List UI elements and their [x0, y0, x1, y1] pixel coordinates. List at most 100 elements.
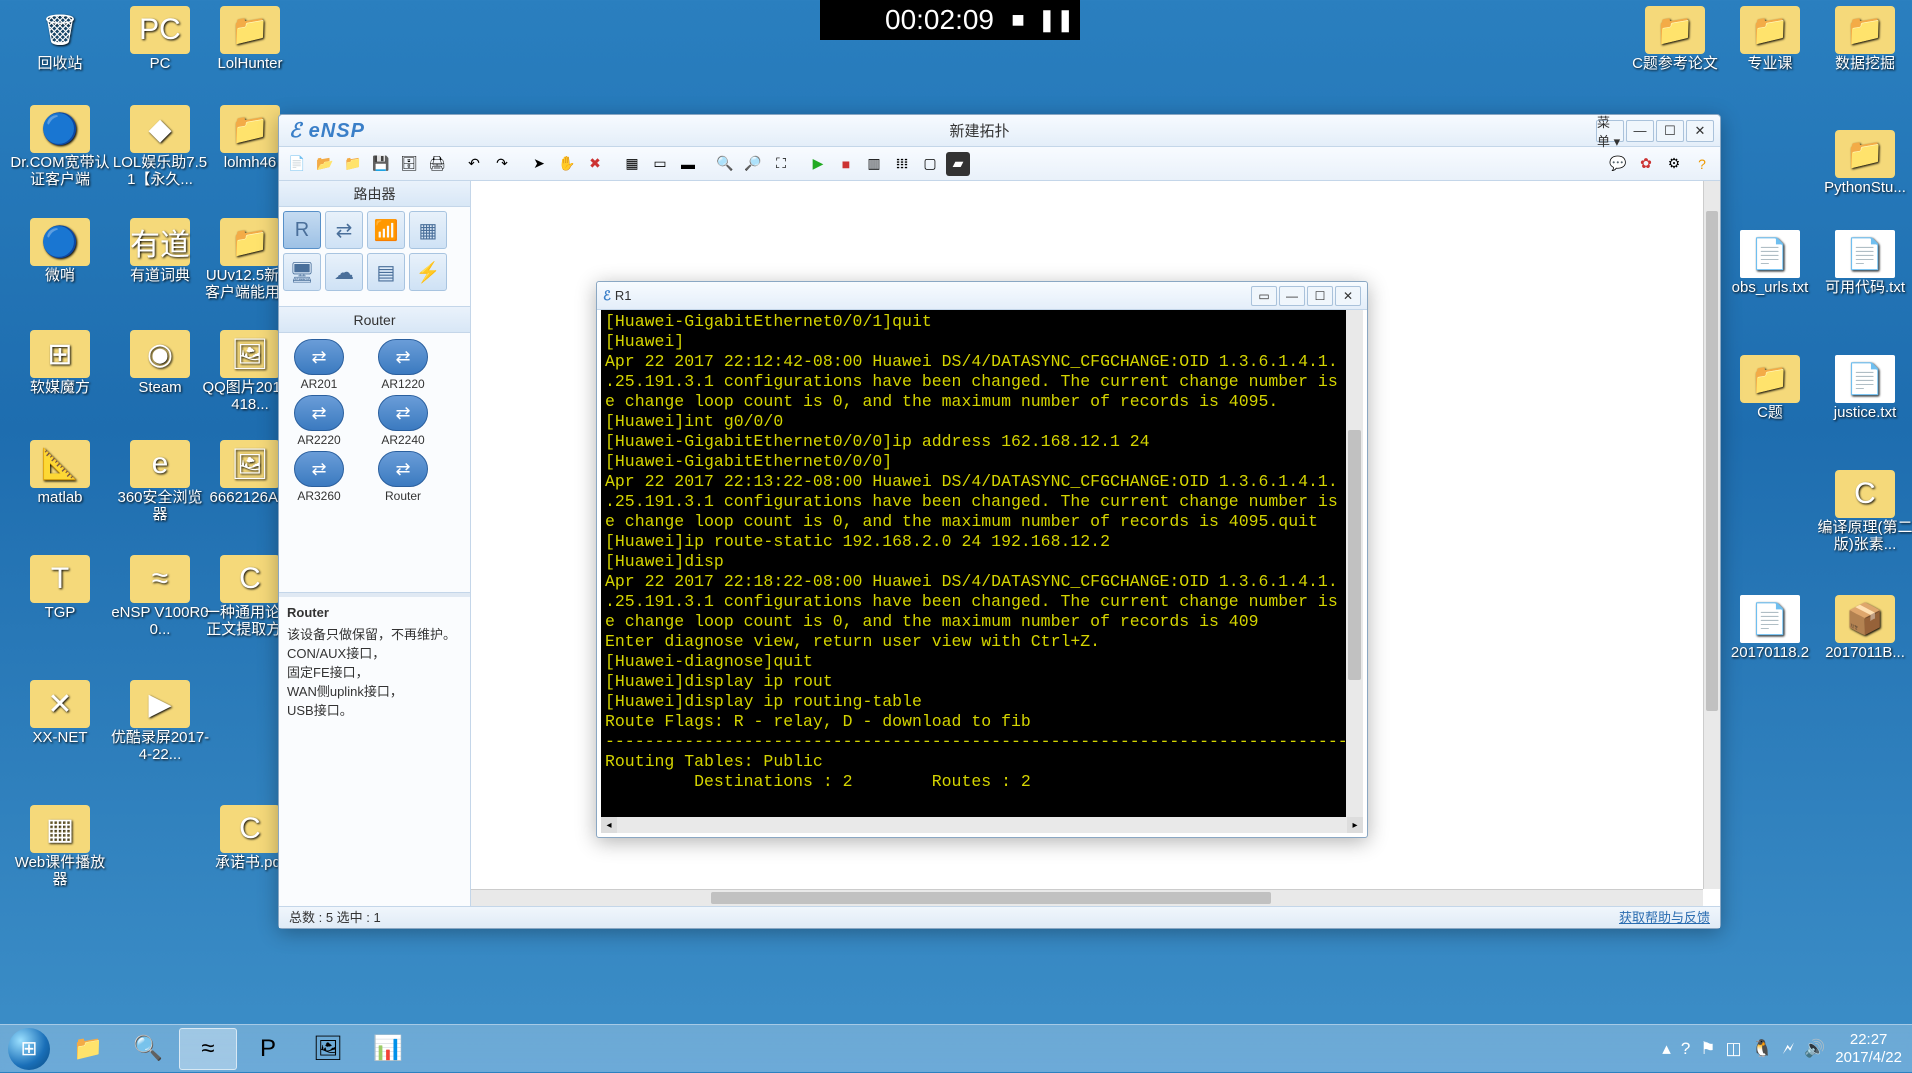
tool2-icon[interactable]: ▭ [648, 152, 672, 176]
taskbar-item[interactable]: ≈ [179, 1028, 237, 1070]
r1-scrollbar-y[interactable] [1346, 310, 1363, 817]
print-icon[interactable]: 🖨 [425, 152, 449, 176]
r1-minimize-button[interactable]: — [1279, 286, 1305, 306]
r1-maximize-button[interactable]: ☐ [1307, 286, 1333, 306]
tool4-icon[interactable]: ▢ [918, 152, 942, 176]
settings-icon[interactable]: ⚙ [1662, 152, 1686, 176]
tray-network-icon[interactable]: ◫ [1726, 1039, 1742, 1059]
desktop-icon[interactable]: 📄可用代码.txt [1815, 230, 1912, 297]
tool3-icon[interactable]: ▬ [676, 152, 700, 176]
desktop-icon[interactable]: ✕XX-NET [10, 680, 110, 747]
open-icon[interactable]: 📂 [313, 152, 337, 176]
desktop-icon[interactable]: ◆LOL娱乐助7.51【永久... [110, 105, 210, 188]
open2-icon[interactable]: 📁 [341, 152, 365, 176]
recorder-pause-button[interactable]: ❚❚ [1042, 6, 1070, 34]
desktop-icon[interactable]: ≈eNSP V100R00... [110, 555, 210, 638]
tool5-icon[interactable]: ▰ [946, 152, 970, 176]
cat-wlan-icon[interactable]: 📶 [367, 211, 405, 249]
scroll-right-icon[interactable]: ▸ [1347, 817, 1363, 833]
router-item[interactable]: ⇄AR1220 [369, 339, 437, 391]
tray-qq-icon[interactable]: 🐧 [1752, 1039, 1773, 1059]
undo-icon[interactable]: ↶ [462, 152, 486, 176]
desktop-icon[interactable]: 📁数据挖掘 [1815, 6, 1912, 73]
tray-flag-icon[interactable]: ⚑ [1700, 1039, 1715, 1059]
router-item[interactable]: ⇄AR3260 [285, 451, 353, 503]
desktop-icon[interactable]: 📁C题 [1720, 355, 1820, 422]
desktop-icon[interactable]: 📁C题参考论文 [1625, 6, 1725, 73]
cat-link-icon[interactable]: ⚡ [409, 253, 447, 291]
taskbar-item[interactable]: 🔍 [119, 1028, 177, 1070]
canvas-scrollbar-x[interactable] [471, 889, 1703, 906]
collect-icon[interactable]: ▥ [862, 152, 886, 176]
desktop-icon[interactable]: 📁专业课 [1720, 6, 1820, 73]
start-button[interactable]: ⊞ [0, 1025, 58, 1073]
scroll-left-icon[interactable]: ◂ [601, 817, 617, 833]
desktop-icon[interactable]: 📐matlab [10, 440, 110, 507]
fit-icon[interactable]: ⛶ [769, 152, 793, 176]
maximize-button[interactable]: ☐ [1656, 120, 1684, 142]
desktop-icon[interactable]: 有道有道词典 [110, 218, 210, 285]
cat-switch-icon[interactable]: ⇄ [325, 211, 363, 249]
taskbar-item[interactable]: P [239, 1028, 297, 1070]
desktop-icon[interactable]: TTGP [10, 555, 110, 622]
help-icon[interactable]: ? [1690, 152, 1714, 176]
r1-close-button[interactable]: ✕ [1335, 286, 1361, 306]
pan-icon[interactable]: ✋ [555, 152, 579, 176]
desktop-icon[interactable]: 📄obs_urls.txt [1720, 230, 1820, 297]
desktop-icon[interactable]: PCPC [110, 6, 210, 73]
r1-terminal[interactable]: [Huawei-GigabitEthernet0/0/1]quit [Huawe… [601, 310, 1363, 817]
redo-icon[interactable]: ↷ [490, 152, 514, 176]
desktop-icon[interactable]: 📁LolHunter [200, 6, 300, 73]
desktop-icon[interactable]: ⊞软媒魔方 [10, 330, 110, 397]
zoomout-icon[interactable]: 🔎 [741, 152, 765, 176]
r1-scrollbar-x[interactable]: ◂ ▸ [601, 817, 1363, 833]
desktop-icon[interactable]: 📦2017011B... [1815, 595, 1912, 662]
pointer-icon[interactable]: ➤ [527, 152, 551, 176]
desktop-icon[interactable]: 📁PythonStu... [1815, 130, 1912, 197]
tray-help-icon[interactable]: ? [1681, 1039, 1690, 1059]
save-icon[interactable]: 💾 [369, 152, 393, 176]
taskbar-item[interactable]: 📁 [59, 1028, 117, 1070]
recorder-stop-button[interactable]: ■ [1004, 6, 1032, 34]
desktop-icon[interactable]: ▶优酷录屏2017-4-22... [110, 680, 210, 763]
new-icon[interactable]: 📄 [285, 152, 309, 176]
minimize-button[interactable]: — [1626, 120, 1654, 142]
router-item[interactable]: ⇄Router [369, 451, 437, 503]
desktop-icon[interactable]: 📄20170118.2 [1720, 595, 1820, 662]
tool1-icon[interactable]: ▦ [620, 152, 644, 176]
r1-tool-button[interactable]: ▭ [1251, 286, 1277, 306]
tray-battery-icon[interactable]: 🗲 [1783, 1039, 1794, 1059]
desktop-icon[interactable]: ▦Web课件播放器 [10, 805, 110, 888]
desktop-icon[interactable]: 📄justice.txt [1815, 355, 1912, 422]
link-icon[interactable]: 𝍖 [890, 152, 914, 176]
zoomin-icon[interactable]: 🔍 [713, 152, 737, 176]
desktop-icon[interactable]: 🗑回收站 [10, 6, 110, 73]
stop-icon[interactable]: ■ [834, 152, 858, 176]
tray-chevron-icon[interactable]: ▴ [1662, 1039, 1671, 1059]
status-help-link[interactable]: 获取帮助与反馈 [1619, 907, 1710, 928]
cat-firewall-icon[interactable]: ▦ [409, 211, 447, 249]
start-icon[interactable]: ▶ [806, 152, 830, 176]
cat-cloud-icon[interactable]: ☁ [325, 253, 363, 291]
desktop-icon[interactable]: e360安全浏览器 [110, 440, 210, 523]
router-item[interactable]: ⇄AR2240 [369, 395, 437, 447]
delete-icon[interactable]: ✖ [583, 152, 607, 176]
cat-pc-icon[interactable]: 🖥 [283, 253, 321, 291]
desktop-icon[interactable]: ◉Steam [110, 330, 210, 397]
saveall-icon[interactable]: 🗄 [397, 152, 421, 176]
router-item[interactable]: ⇄AR2220 [285, 395, 353, 447]
huawei-icon[interactable]: ✿ [1634, 152, 1658, 176]
router-item[interactable]: ⇄AR201 [285, 339, 353, 391]
cat-router-icon[interactable]: R [283, 211, 321, 249]
desktop-icon[interactable]: C编译原理(第二版)张素... [1815, 470, 1912, 553]
close-button[interactable]: ✕ [1686, 120, 1714, 142]
chat-icon[interactable]: 💬 [1606, 152, 1630, 176]
tray-volume-icon[interactable]: 🔊 [1804, 1039, 1825, 1059]
canvas-scrollbar-y[interactable] [1703, 181, 1720, 889]
desktop-icon[interactable]: 🔵Dr.COM宽带认证客户端 [10, 105, 110, 188]
taskbar-item[interactable]: 🖼 [299, 1028, 357, 1070]
desktop-icon[interactable]: 🔵微哨 [10, 218, 110, 285]
taskbar-item[interactable]: 📊 [359, 1028, 417, 1070]
menu-button[interactable]: 菜 单 ▾ [1596, 120, 1624, 142]
tray-clock[interactable]: 22:27 2017/4/22 [1835, 1031, 1902, 1067]
